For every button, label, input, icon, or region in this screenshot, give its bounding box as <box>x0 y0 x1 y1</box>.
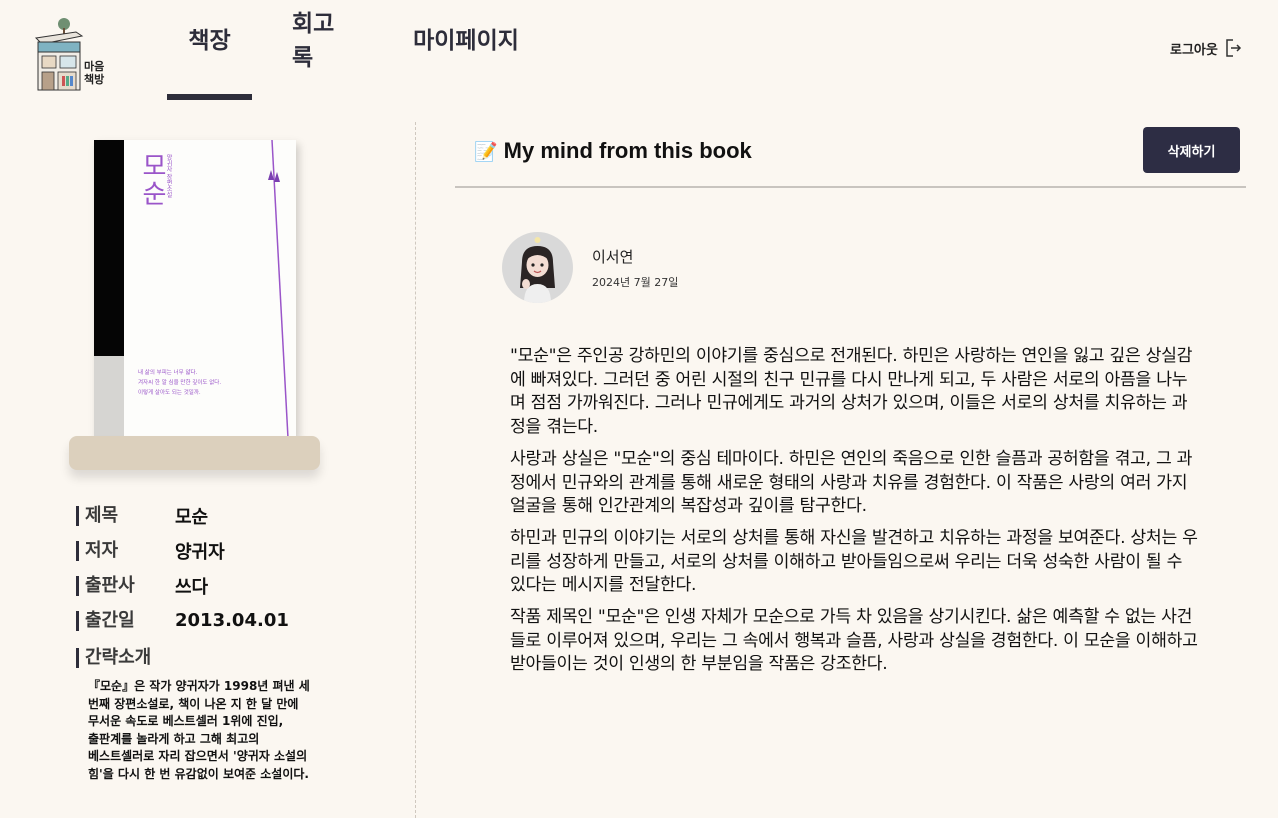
info-value: 모순 <box>175 506 209 528</box>
info-row-title: 제목 모순 <box>76 498 289 533</box>
info-label: 출간일 <box>76 610 175 631</box>
info-row-intro: 간략소개 <box>76 640 289 675</box>
cover-band-black <box>94 140 124 356</box>
tab-bookshelf[interactable]: 책장 <box>167 0 252 100</box>
logo-text-line-2: 책방 <box>84 73 105 86</box>
review-paragraph: 작품 제목인 "모순"은 인생 자체가 모순으로 가득 차 있음을 상기시킨다.… <box>510 607 1198 675</box>
logo-text-line-1: 마음 <box>84 60 105 73</box>
cover-blurb-line: 내 삶의 부피는 너무 얇다. <box>138 370 198 376</box>
tab-mypage-label: 마이페이지 <box>413 28 519 54</box>
section-title-text: My mind from this book <box>503 138 752 163</box>
info-row-publisher: 출판사 쓰다 <box>76 568 289 603</box>
info-row-author: 저자 양귀자 <box>76 533 289 568</box>
book-cover: 모순 양귀자 장편소설 내 삶의 부피는 너무 얇다. 겨자씨 한 알 심을 만… <box>94 140 296 438</box>
review-paragraph: 하민과 민규의 이야기는 서로의 상처를 통해 자신을 발견하고 치유하는 과정… <box>510 527 1198 596</box>
title-divider <box>455 186 1246 188</box>
review-paragraph: "모순"은 주인공 강하민의 이야기를 중심으로 전개된다. 하민은 사랑하는 … <box>510 346 1193 438</box>
cover-blurb-line: 겨자씨 한 알 심을 만한 깊이도 없다. <box>138 380 222 386</box>
tab-bookshelf-label: 책장 <box>188 28 231 54</box>
logo[interactable]: 마음 책방 <box>32 14 112 94</box>
cover-blurb: 내 삶의 부피는 너무 얇다. 겨자씨 한 알 심을 만한 깊이도 없다. 이렇… <box>138 368 221 398</box>
delete-button[interactable]: 삭제하기 <box>1143 127 1240 173</box>
review-author: 이서연 <box>592 248 634 266</box>
review-paragraph: 사랑과 상실은 "모순"의 중심 테마이다. 하민은 연인의 죽음으로 인한 슬… <box>510 448 1193 517</box>
panel-divider <box>415 122 416 818</box>
logo-text: 마음 책방 <box>84 60 104 86</box>
logout-button[interactable]: 로그아웃 <box>1170 38 1242 58</box>
cover-line-art <box>268 140 289 438</box>
intro-text: 『모순』은 작가 양귀자가 1998년 펴낸 세 번째 장편소설로, 책이 나온… <box>88 679 310 781</box>
info-label: 제목 <box>76 505 175 526</box>
review-body: "모순"은 주인공 강하민의 이야기를 중심으로 전개된다. 하민은 사랑하는 … <box>510 345 1200 685</box>
cover-band-grey <box>94 356 124 438</box>
header: 마음 책방 책장 회고록 마이페이지 로그아웃 <box>0 0 1278 110</box>
avatar[interactable] <box>502 232 573 303</box>
info-row-pubdate: 출간일 2013.04.01 <box>76 603 289 638</box>
cover-subtitle: 양귀자 장편소설 <box>165 154 172 198</box>
book-stand <box>69 436 320 470</box>
cover-blurb-line: 이렇게 살아도 되는 것일까. <box>138 390 201 396</box>
info-label: 출판사 <box>76 575 175 596</box>
bookstore-building-icon <box>34 18 84 91</box>
section-title: 📝 My mind from this book <box>474 138 752 164</box>
tab-memoir[interactable]: 회고록 <box>292 0 352 100</box>
info-value: 쓰다 <box>175 576 209 598</box>
avatar-illustration-icon <box>520 237 555 303</box>
book-info: 제목 모순 저자 양귀자 출판사 쓰다 출간일 2013.04.01 간략소개 <box>76 498 289 675</box>
info-label: 간략소개 <box>76 647 175 668</box>
tab-memoir-label: 회고록 <box>292 11 335 71</box>
main-nav: 책장 회고록 마이페이지 <box>167 0 522 100</box>
memo-icon: 📝 <box>474 140 498 163</box>
tab-mypage[interactable]: 마이페이지 <box>410 0 522 100</box>
info-label: 저자 <box>76 540 175 561</box>
review-date: 2024년 7월 27일 <box>592 276 679 289</box>
info-value: 양귀자 <box>175 541 225 563</box>
logout-label: 로그아웃 <box>1170 42 1218 58</box>
logout-icon <box>1226 39 1241 57</box>
info-value: 2013.04.01 <box>175 610 289 631</box>
